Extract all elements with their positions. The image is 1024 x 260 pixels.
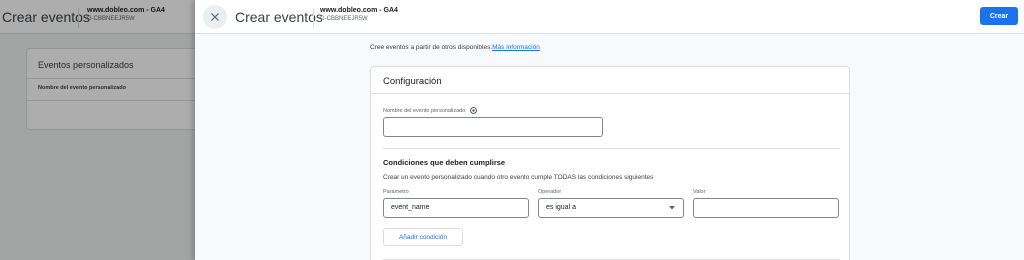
- header-divider: [313, 8, 314, 28]
- event-name-label: Nombre del evento personalizado: [383, 107, 477, 114]
- value-input[interactable]: [693, 198, 839, 218]
- panel-title: Crear eventos: [235, 9, 323, 25]
- card-divider: [371, 93, 849, 94]
- configuration-title: Configuración: [383, 76, 442, 87]
- property-name: www.dobleo.com - GA4: [320, 7, 398, 14]
- intro-text: Cree eventos a partir de otros disponibl…: [370, 44, 540, 51]
- close-button[interactable]: [203, 5, 227, 29]
- conditions-description: Crear un evento personalizado cuando otr…: [383, 174, 654, 181]
- intro-description: Cree eventos a partir de otros disponibl…: [370, 44, 493, 51]
- close-icon: [211, 13, 219, 21]
- operator-value: es igual a: [546, 204, 576, 211]
- event-name-label-text: Nombre del evento personalizado: [383, 107, 466, 114]
- parameter-input[interactable]: event_name: [383, 198, 529, 218]
- chevron-down-icon: [669, 206, 675, 210]
- section-divider: [383, 148, 840, 149]
- property-id: G-CBBNEEJR5W: [320, 16, 368, 22]
- operator-select[interactable]: es igual a: [538, 198, 684, 218]
- value-label: Valor: [693, 189, 706, 195]
- event-name-input[interactable]: [383, 117, 603, 137]
- add-condition-button[interactable]: Añadir condición: [383, 228, 463, 246]
- configuration-card: Configuración Nombre del evento personal…: [370, 66, 850, 260]
- conditions-title: Condiciones que deben cumplirse: [383, 158, 506, 167]
- operator-label: Operador: [538, 189, 562, 195]
- create-events-panel: Crear eventos www.dobleo.com - GA4 G-CBB…: [195, 0, 1024, 260]
- more-info-link[interactable]: Más información: [492, 44, 540, 51]
- create-button[interactable]: Crear: [980, 7, 1018, 25]
- help-icon[interactable]: [469, 107, 477, 114]
- property-selector[interactable]: www.dobleo.com - GA4 G-CBBNEEJR5W: [320, 6, 398, 24]
- panel-header: Crear eventos www.dobleo.com - GA4 G-CBB…: [195, 0, 1024, 34]
- parameter-label: Parámetro: [383, 189, 409, 195]
